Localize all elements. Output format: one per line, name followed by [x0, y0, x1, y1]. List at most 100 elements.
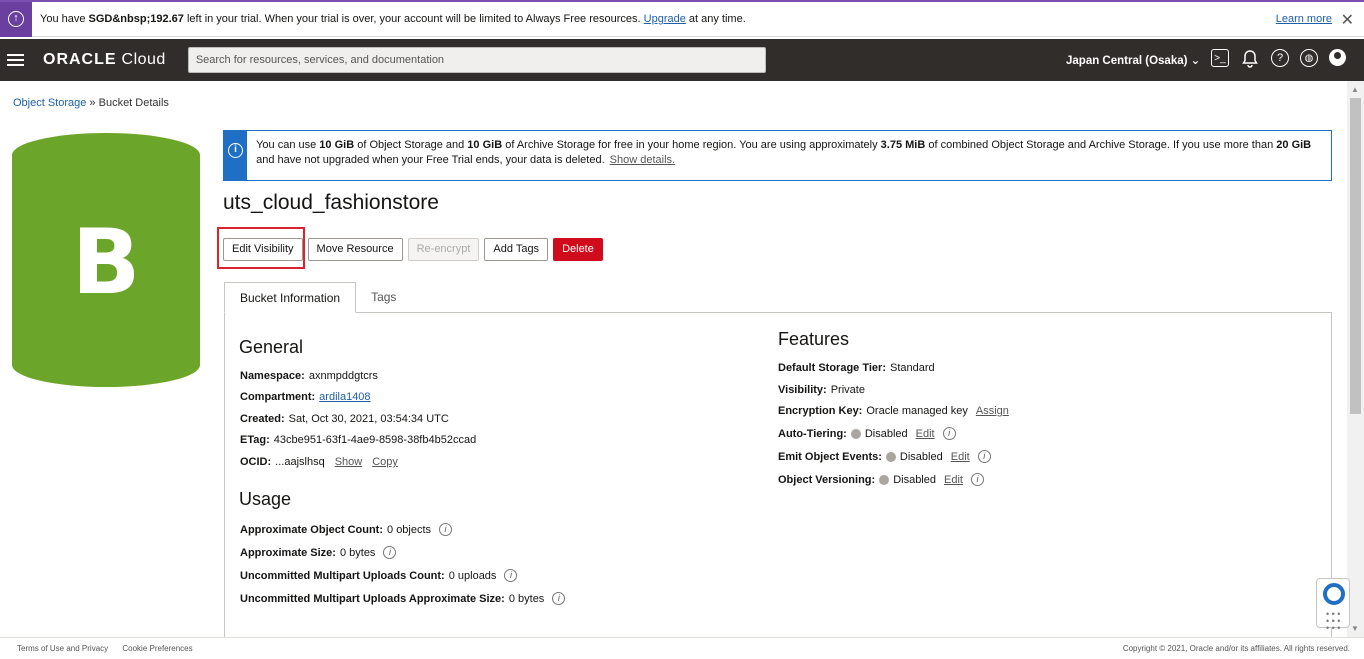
trial-message-suffix: at any time.: [685, 13, 746, 25]
search-input[interactable]: Search for resources, services, and docu…: [187, 47, 766, 73]
language-globe-icon[interactable]: ◍: [1300, 49, 1318, 67]
cookie-preferences-link[interactable]: Cookie Preferences: [122, 644, 192, 653]
info-tooltip-icon[interactable]: i: [383, 546, 397, 559]
storage-tier-label: Default Storage Tier:: [778, 362, 886, 374]
versioning-edit-link[interactable]: Edit: [944, 474, 963, 486]
re-encrypt-button: Re-encrypt: [407, 238, 480, 261]
help-icon[interactable]: ?: [1271, 49, 1289, 67]
status-dot-icon: [879, 474, 890, 485]
bucket-icon: B: [12, 133, 200, 387]
emit-events-edit-link[interactable]: Edit: [951, 451, 970, 463]
ocid-copy-link[interactable]: Copy: [372, 456, 398, 468]
compartment-link[interactable]: ardila1408: [319, 391, 370, 403]
namespace-value: axnmpddgtcrs: [308, 370, 378, 382]
info-text-3: of Archive Storage for free in your home…: [502, 139, 881, 151]
breadcrumb-separator: »: [86, 97, 99, 109]
emit-events-label: Emit Object Events:: [778, 450, 882, 463]
info-text-5: and have not upgraded when your Free Tri…: [256, 154, 605, 166]
info-tooltip-icon[interactable]: i: [439, 523, 453, 536]
visibility-row: Visibility: Private: [778, 384, 865, 396]
add-tags-button[interactable]: Add Tags: [484, 238, 549, 261]
move-resource-button[interactable]: Move Resource: [307, 238, 403, 261]
region-selector[interactable]: Japan Central (Osaka) ⌄: [1066, 53, 1200, 67]
ocid-row: OCID: ...aajslhsq Show Copy: [240, 456, 398, 468]
etag-value: 43cbe951-63f1-4ae9-8598-38fb4b52ccad: [273, 434, 477, 446]
close-icon[interactable]: ✕: [1341, 10, 1354, 30]
info-tooltip-icon[interactable]: i: [942, 427, 956, 440]
edit-visibility-button[interactable]: Edit Visibility: [223, 238, 303, 261]
versioning-value: Disabled: [893, 473, 936, 486]
multipart-size-value: 0 bytes: [508, 592, 545, 605]
breadcrumb-current: Bucket Details: [98, 97, 169, 109]
multipart-count-row: Uncommitted Multipart Uploads Count: 0 up…: [240, 569, 518, 582]
action-buttons: Edit Visibility Move Resource Re-encrypt…: [223, 238, 603, 261]
bucket-name-title: uts_cloud_fashionstore: [223, 191, 439, 214]
hamburger-menu-icon[interactable]: [7, 54, 24, 66]
info-object-storage-limit: 10 GiB: [319, 139, 355, 151]
scroll-up-arrow-icon[interactable]: ▲: [1351, 85, 1359, 94]
scroll-down-arrow-icon[interactable]: ▼: [1351, 624, 1359, 633]
visibility-label: Visibility:: [778, 384, 827, 396]
help-widget[interactable]: • • • • • • • • •: [1316, 578, 1350, 633]
delete-button[interactable]: Delete: [553, 238, 603, 261]
info-archive-storage-limit: 10 GiB: [467, 139, 503, 151]
page-scrollbar[interactable]: ▲ ▼: [1347, 81, 1364, 637]
info-tooltip-icon[interactable]: i: [977, 450, 991, 463]
etag-label: ETag:: [240, 434, 270, 446]
info-text-2: of Object Storage and: [354, 139, 468, 151]
auto-tiering-edit-link[interactable]: Edit: [916, 428, 935, 440]
info-text-4: of combined Object Storage and Archive S…: [925, 139, 1277, 151]
trial-message: You have SGD&nbsp;192.67 left in your tr…: [40, 13, 746, 25]
approx-size-label: Approximate Size:: [240, 546, 336, 559]
tab-tags[interactable]: Tags: [356, 282, 411, 313]
compartment-row: Compartment: ardila1408: [240, 391, 371, 403]
versioning-row: Object Versioning: Disabled Edit i: [778, 473, 984, 486]
breadcrumb: Object Storage » Bucket Details: [13, 97, 169, 109]
auto-tiering-value: Disabled: [864, 427, 908, 440]
encryption-value: Oracle managed key: [866, 405, 968, 417]
notifications-bell-icon[interactable]: [1240, 49, 1260, 69]
logo-cloud: Cloud: [116, 51, 166, 68]
learn-more-link[interactable]: Learn more: [1276, 13, 1332, 25]
ocid-show-link[interactable]: Show: [335, 456, 363, 468]
general-heading: General: [239, 337, 304, 357]
upgrade-arrow-icon: ↑: [0, 1, 32, 37]
info-tooltip-icon[interactable]: i: [552, 592, 566, 605]
created-row: Created: Sat, Oct 30, 2021, 03:54:34 UTC: [240, 413, 449, 425]
free-tier-info-box: i You can use 10 GiB of Object Storage a…: [223, 130, 1332, 181]
auto-tiering-label: Auto-Tiering:: [778, 427, 847, 440]
cloud-shell-icon[interactable]: >_: [1211, 49, 1229, 67]
upgrade-link[interactable]: Upgrade: [644, 13, 686, 25]
ocid-value: ...aajslhsq: [275, 456, 325, 468]
detail-tabs: Bucket Information Tags: [224, 282, 411, 313]
namespace-row: Namespace: axnmpddgtcrs: [240, 370, 378, 382]
created-label: Created:: [240, 413, 285, 425]
bucket-information-panel: General Namespace: axnmpddgtcrs Compartme…: [224, 312, 1332, 642]
ocid-label: OCID:: [240, 456, 272, 468]
assign-key-link[interactable]: Assign: [976, 405, 1009, 417]
trial-amount: SGD&nbsp;192.67: [88, 13, 184, 25]
breadcrumb-object-storage[interactable]: Object Storage: [13, 97, 86, 109]
usage-heading: Usage: [239, 489, 292, 509]
info-text: You can use 10 GiB of Object Storage and…: [247, 131, 1331, 180]
multipart-count-value: 0 uploads: [448, 569, 497, 582]
created-value: Sat, Oct 30, 2021, 03:54:34 UTC: [288, 413, 449, 425]
tab-bucket-information[interactable]: Bucket Information: [224, 282, 357, 313]
profile-avatar-icon[interactable]: [1329, 49, 1346, 66]
bucket-icon-letter: B: [71, 210, 141, 315]
oracle-cloud-logo[interactable]: ORACLE Cloud: [43, 51, 166, 69]
grid-dots-icon: • • • • • • • • •: [1326, 609, 1341, 633]
info-text-1: You can use: [256, 139, 320, 151]
info-combined-limit: 20 GiB: [1276, 139, 1312, 151]
info-tooltip-icon[interactable]: i: [504, 569, 518, 582]
info-tooltip-icon[interactable]: i: [970, 473, 984, 486]
terms-link[interactable]: Terms of Use and Privacy: [17, 644, 108, 653]
logo-oracle: ORACLE: [43, 51, 117, 68]
object-count-label: Approximate Object Count:: [240, 523, 384, 536]
emit-events-row: Emit Object Events: Disabled Edit i: [778, 450, 991, 463]
storage-tier-row: Default Storage Tier: Standard: [778, 362, 935, 374]
scrollbar-thumb[interactable]: [1350, 98, 1361, 414]
trial-message-mid: left in your trial. When your trial is o…: [183, 13, 644, 25]
footer: Terms of Use and Privacy Cookie Preferen…: [0, 637, 1364, 659]
show-details-link[interactable]: Show details.: [610, 154, 675, 166]
